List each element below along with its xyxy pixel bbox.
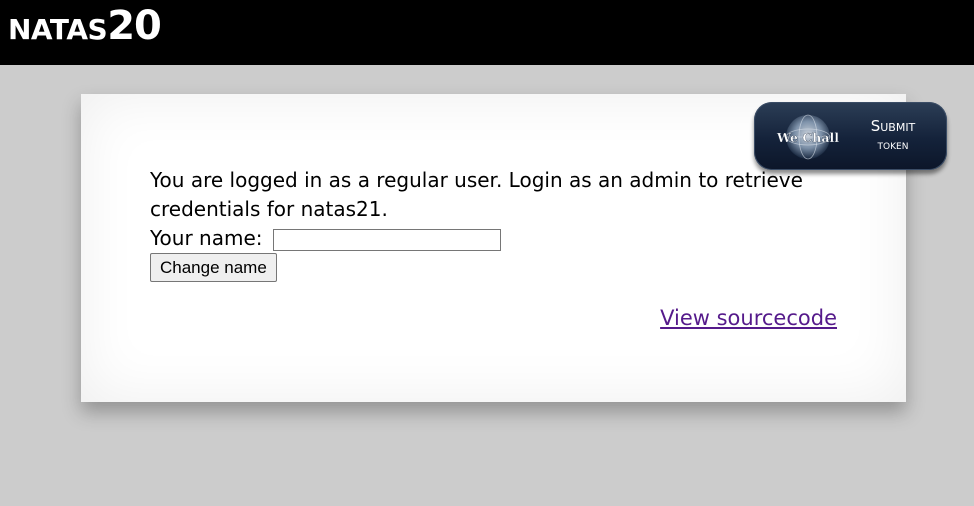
name-form: Your name: [150,224,501,253]
wechall-submit-token-button[interactable]: We Chall Submit token [754,102,947,170]
name-input[interactable] [272,228,501,251]
header-bar: NATAS20 [0,0,974,65]
name-label: Your name: [150,226,263,250]
submit-token-line2: token [877,138,909,153]
page-title-prefix: NATAS [8,13,108,46]
view-sourcecode-link[interactable]: View sourcecode [660,306,837,330]
page-title-number: 20 [107,3,162,49]
submit-row: Change name [150,253,277,282]
page-title: NATAS20 [8,3,162,49]
submit-token-line1: Submit [870,117,916,135]
wechall-logo-text: We Chall [776,130,839,145]
submit-token-label: Submit token [855,116,931,156]
change-name-button[interactable]: Change name [150,253,277,282]
wechall-globe-icon: We Chall [776,114,839,160]
login-status-message: You are logged in as a regular user. Log… [150,168,803,221]
